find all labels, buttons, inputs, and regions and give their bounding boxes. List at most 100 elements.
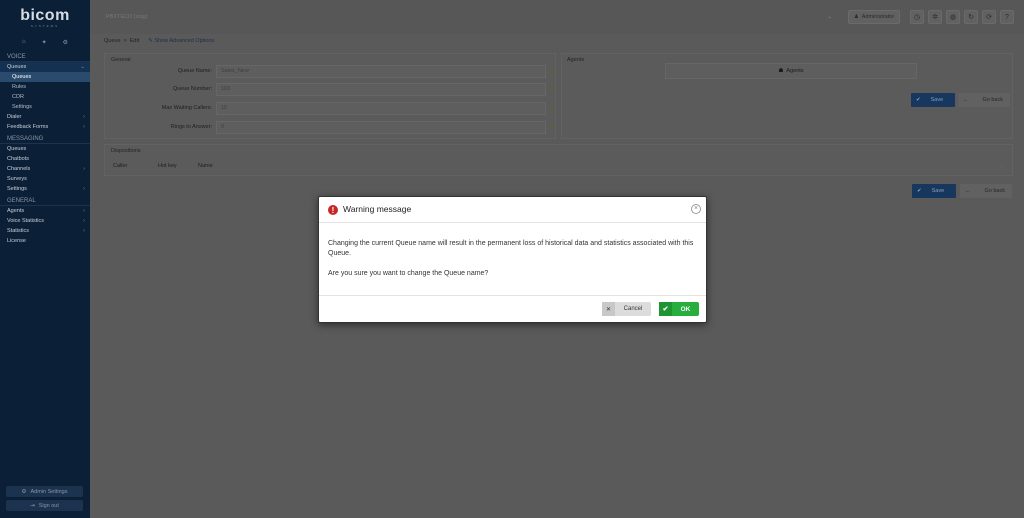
warning-modal: ! Warning message × Changing the current… [318,196,707,323]
sign-out-icon: ⇥ [30,502,35,509]
sidebar-item-surveys[interactable]: Surveys [0,174,90,184]
modal-body: Changing the current Queue name will res… [319,223,706,296]
dispositions-title: Dispositions [111,148,141,154]
sidebar-subitem-settings[interactable]: Settings [0,102,90,112]
chevron-right-icon: › [83,114,85,120]
refresh-icon[interactable]: ↻ [964,10,978,24]
chevron-right-icon: › [83,218,85,224]
help-icon[interactable]: ? [1000,10,1014,24]
sidebar-subitem-cdr[interactable]: CDR [0,92,90,102]
sidebar-item-license[interactable]: License [0,236,90,246]
breadcrumb-separator: > [123,38,127,44]
ok-button[interactable]: ✔ OK [659,302,699,316]
sidebar-item-msg-settings[interactable]: Settings › [0,184,90,194]
user-menu-button[interactable]: ♟ Administrator [848,10,900,24]
logo[interactable]: bicom SYSTEMS [0,0,90,34]
queue-number-label: Queue Number: [172,86,212,92]
tenant-selector[interactable]: PBXTECO (slug) ⌄ [102,9,832,25]
sidebar: bicom SYSTEMS ⌂ ✦ ⚙ VOICE Queues ⌄ Queues… [0,0,90,518]
warning-icon: ! [328,205,338,215]
topbar: PBXTECO (slug) ⌄ ♟ Administrator ◷ ✲ ◍ ↻ ⟳… [90,0,1024,34]
sidebar-item-label: Settings [7,186,27,192]
dispositions-panel: Dispositions ⌄ [104,144,1013,176]
sidebar-item-label: Voice Statistics [7,218,44,224]
home-icon[interactable]: ⌂ [22,39,26,45]
rings-to-answer-input[interactable]: 0 [216,121,546,134]
sign-out-label: Sign out [38,502,59,509]
arrow-left-icon: ← [965,188,971,194]
cancel-label: Cancel [623,306,643,312]
agents-header-label: Agents [786,68,804,74]
chevron-right-icon: › [83,228,85,234]
save-button-bottom[interactable]: ✔ Save [912,184,956,198]
max-waiting-callers-input[interactable]: 10 [216,102,546,115]
pencil-icon: ✎ [148,38,153,44]
sidebar-item-label: Feedback Forms [7,124,49,130]
chevron-down-icon[interactable]: ⌄ [999,162,1004,169]
sliders-icon: ⚙ [21,488,27,495]
check-icon: ✔ [550,122,557,131]
modal-question: Are you sure you want to change the Queu… [328,270,489,277]
bug-icon[interactable]: ✲ [928,10,942,24]
chevron-right-icon: › [83,166,85,172]
sidebar-item-dialer[interactable]: Dialer › [0,112,90,122]
queue-name-input[interactable]: Sales_New [216,65,546,78]
logo-subtext: SYSTEMS [30,23,60,28]
field-row-rings-to-answer: Rings to Answer: 0 ✔ [105,121,560,134]
go-back-button[interactable]: ← Go back [958,93,1010,107]
sidebar-item-label: Statistics [7,228,30,234]
sync-icon[interactable]: ⟳ [982,10,996,24]
check-icon: ✔ [916,97,921,103]
check-icon: ✔ [917,188,922,194]
sidebar-item-label: Agents [7,208,25,214]
sidebar-item-msg-queues[interactable]: Queues [0,144,90,154]
sidebar-item-label: Queues [7,64,27,70]
save-button[interactable]: ✔ Save [911,93,955,107]
check-icon: ✔ [550,84,557,93]
check-icon: ✔ [550,103,557,112]
sidebar-item-statistics[interactable]: Statistics › [0,226,90,236]
dispositions-columns: Caller Hot key Name [113,163,213,169]
cancel-button[interactable]: ✕ Cancel [602,302,651,316]
modal-message: Changing the current Queue name will res… [328,240,694,257]
check-icon: ✔ [659,302,672,316]
sidebar-item-feedback-forms[interactable]: Feedback Forms › [0,122,90,132]
breadcrumb-root[interactable]: Queue [104,38,121,44]
sidebar-subitem-rules[interactable]: Rules [0,82,90,92]
users-icon: ☗ [778,68,784,74]
breadcrumb-current: Edit [129,38,140,44]
section-general: GENERAL [0,196,90,206]
close-icon: ✕ [602,302,615,316]
sidebar-subitem-queues[interactable]: Queues [0,72,90,82]
user-name: Administrator [861,14,895,20]
section-messaging: MESSAGING [0,134,90,144]
admin-settings-button[interactable]: ⚙ Admin Settings [6,486,83,497]
logo-text: bicom [20,6,70,24]
sidebar-item-chatbots[interactable]: Chatbots [0,154,90,164]
sidebar-item-agents[interactable]: Agents › [0,206,90,216]
sign-out-button[interactable]: ⇥ Sign out [6,500,83,511]
chevron-right-icon: › [83,186,85,192]
arrow-left-icon: ← [963,97,969,103]
save-label: Save [931,188,945,194]
sidebar-item-queues[interactable]: Queues ⌄ [0,62,90,72]
sidebar-item-voice-statistics[interactable]: Voice Statistics › [0,216,90,226]
go-back-button-bottom[interactable]: ← Go back [960,184,1012,198]
agents-list-header[interactable]: ☗ Agents [665,63,917,79]
chevron-right-icon: › [83,208,85,214]
sidebar-item-channels[interactable]: Channels › [0,164,90,174]
section-voice: VOICE [0,52,90,62]
clock-icon[interactable]: ◷ [910,10,924,24]
go-back-label: Go back [984,188,1005,194]
show-advanced-options-link[interactable]: ✎ Show Advanced Options [148,38,214,44]
sitemap-icon[interactable]: ⚙ [63,39,68,46]
breadcrumb: Queue > Edit ✎ Show Advanced Options [104,37,214,45]
queue-number-input[interactable]: 103 [216,83,546,96]
tenant-label: PBXTECO (slug) [106,14,148,20]
pin-icon[interactable]: ✦ [42,39,47,46]
agents-title: Agents [567,57,585,63]
close-icon[interactable]: × [691,204,701,214]
globe-icon[interactable]: ◍ [946,10,960,24]
go-back-label: Go back [982,97,1003,103]
check-icon: ✔ [550,66,557,75]
